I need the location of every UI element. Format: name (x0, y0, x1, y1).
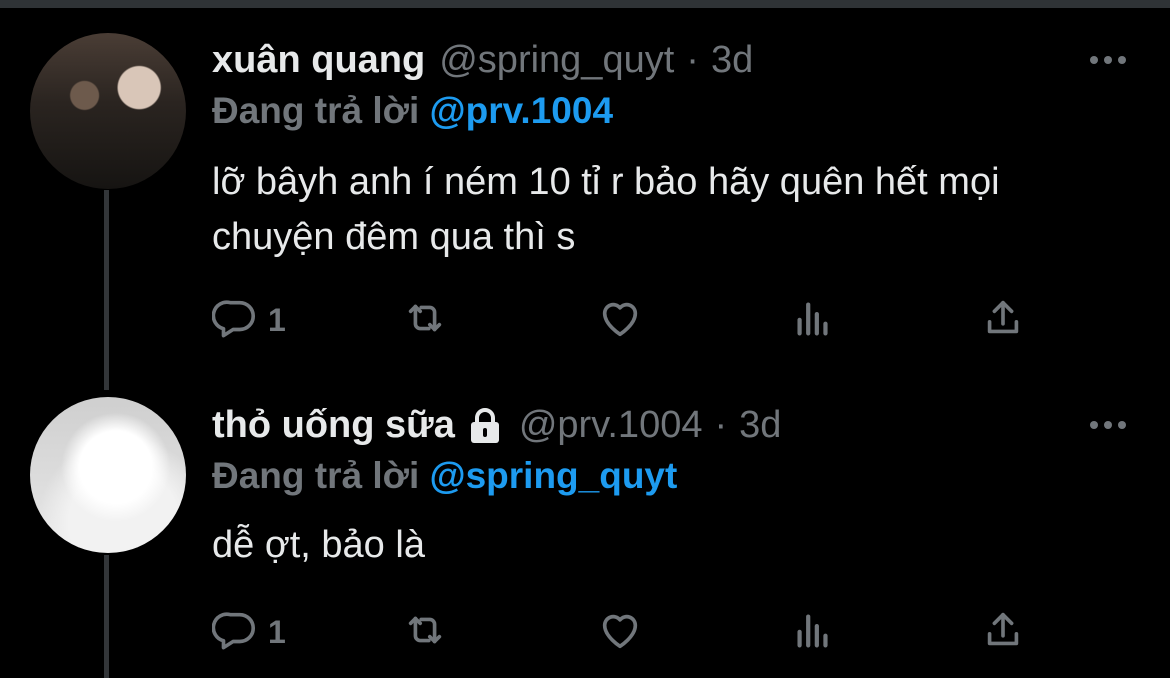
tweet[interactable]: thỏ uống sữa @prv.1004 · 3d Đang trả lời… (0, 380, 1170, 678)
views-icon (790, 295, 836, 346)
more-horizontal-icon[interactable] (1088, 415, 1128, 435)
reply-icon (211, 295, 258, 346)
avatar[interactable] (30, 33, 186, 189)
tweet-text: dễ ợt, bảo là (212, 524, 425, 566)
heart-icon (597, 607, 643, 658)
like-button[interactable] (597, 608, 643, 656)
retweet-button[interactable] (402, 296, 448, 344)
action-bar: 1 (211, 295, 1042, 346)
user-handle[interactable]: @prv.1004 (519, 404, 703, 447)
separator: · (686, 38, 699, 81)
replying-to: Đang trả lời @spring_quyt (212, 455, 677, 497)
reply-prefix: Đang trả lời (212, 455, 420, 496)
separator: · (714, 403, 728, 446)
heart-icon (597, 295, 643, 346)
user-handle[interactable]: @spring_quyt (439, 39, 674, 82)
avatar[interactable] (30, 397, 186, 553)
reply-button[interactable]: 1 (211, 607, 286, 658)
share-button[interactable] (980, 296, 1026, 344)
timestamp[interactable]: 3d (739, 404, 781, 447)
reply-mention[interactable]: @prv.1004 (430, 90, 614, 131)
retweet-icon (402, 607, 448, 658)
retweet-icon (402, 295, 448, 346)
reply-prefix: Đang trả lời (212, 90, 420, 131)
views-button[interactable] (790, 296, 836, 344)
views-icon (790, 607, 836, 658)
tweet[interactable]: xuân quang @spring_quyt · 3d Đang trả lờ… (0, 0, 1170, 380)
tweet-text: lỡ bâyh anh í ném 10 tỉ r bảo hãy quên h… (212, 161, 1000, 258)
like-button[interactable] (597, 296, 643, 344)
timestamp[interactable]: 3d (711, 39, 753, 82)
reply-button[interactable]: 1 (211, 295, 286, 346)
action-bar: 1 (211, 607, 1042, 658)
share-icon (980, 607, 1026, 658)
more-horizontal-icon[interactable] (1088, 50, 1128, 70)
reply-icon (211, 607, 258, 658)
tweet-header: thỏ uống sữa @prv.1004 · 3d (212, 400, 781, 450)
display-name[interactable]: thỏ uống sữa (212, 404, 455, 447)
display-name[interactable]: xuân quang (212, 39, 425, 82)
share-button[interactable] (980, 608, 1026, 656)
reply-count: 1 (268, 301, 286, 338)
tweet-header: xuân quang @spring_quyt · 3d (212, 35, 753, 85)
reply-count: 1 (268, 613, 286, 650)
views-button[interactable] (790, 608, 836, 656)
reply-mention[interactable]: @spring_quyt (430, 455, 678, 496)
retweet-button[interactable] (402, 608, 448, 656)
replying-to: Đang trả lời @prv.1004 (212, 90, 613, 132)
share-icon (980, 295, 1026, 346)
lock-icon (465, 405, 505, 445)
